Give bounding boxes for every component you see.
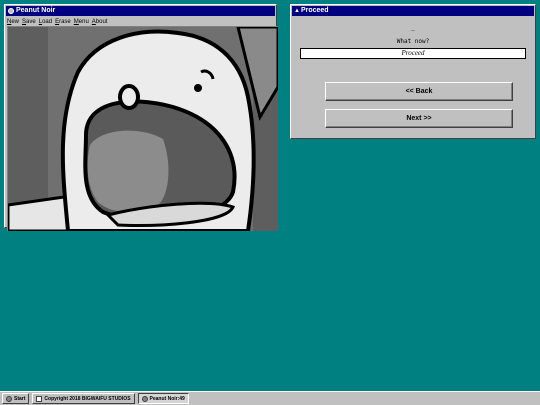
- start-button[interactable]: Start: [2, 393, 30, 404]
- game-window-titlebar[interactable]: Peanut Noir: [6, 6, 275, 16]
- next-button[interactable]: Next >>: [325, 109, 513, 128]
- menu-new[interactable]: New: [7, 19, 19, 25]
- menu-menu[interactable]: Menu: [74, 19, 89, 25]
- menu-about[interactable]: About: [92, 19, 108, 25]
- proceed-window-title: Proceed: [300, 7, 329, 14]
- app-task-icon: [141, 395, 148, 402]
- task-peanut-noir[interactable]: Peanut Noir:49: [137, 393, 189, 404]
- triangle-icon: ▲: [294, 8, 300, 14]
- shocked-peanut-character: [8, 27, 278, 231]
- app-icon: [8, 8, 14, 14]
- proceed-window: ▲ Proceed .. What now? Proceed << Back N…: [290, 4, 536, 139]
- menu-erase[interactable]: Erase: [55, 19, 71, 25]
- document-icon: [36, 395, 43, 402]
- menu-save[interactable]: Save: [22, 19, 36, 25]
- game-window: Peanut Noir New Save Load Erase Menu Abo…: [4, 4, 278, 231]
- start-label: Start: [14, 395, 26, 402]
- copyright-item: Copyright 2018 BIGWAIFU STUDIOS: [32, 393, 135, 404]
- taskbar: Start Copyright 2018 BIGWAIFU STUDIOS Pe…: [0, 391, 540, 405]
- task-label: Peanut Noir:49: [149, 395, 185, 402]
- game-scene[interactable]: [7, 26, 278, 231]
- answer-field[interactable]: Proceed: [300, 48, 526, 59]
- proceed-window-titlebar[interactable]: ▲ Proceed: [292, 6, 534, 16]
- copyright-label: Copyright 2018 BIGWAIFU STUDIOS: [44, 395, 131, 402]
- ellipsis-text: ..: [411, 26, 415, 33]
- game-window-title: Peanut Noir: [16, 7, 56, 14]
- prompt-text: What now?: [396, 38, 430, 45]
- menu-load[interactable]: Load: [39, 19, 52, 25]
- start-icon: [6, 395, 12, 402]
- back-button[interactable]: << Back: [325, 82, 513, 101]
- game-menubar: New Save Load Erase Menu About: [5, 17, 276, 26]
